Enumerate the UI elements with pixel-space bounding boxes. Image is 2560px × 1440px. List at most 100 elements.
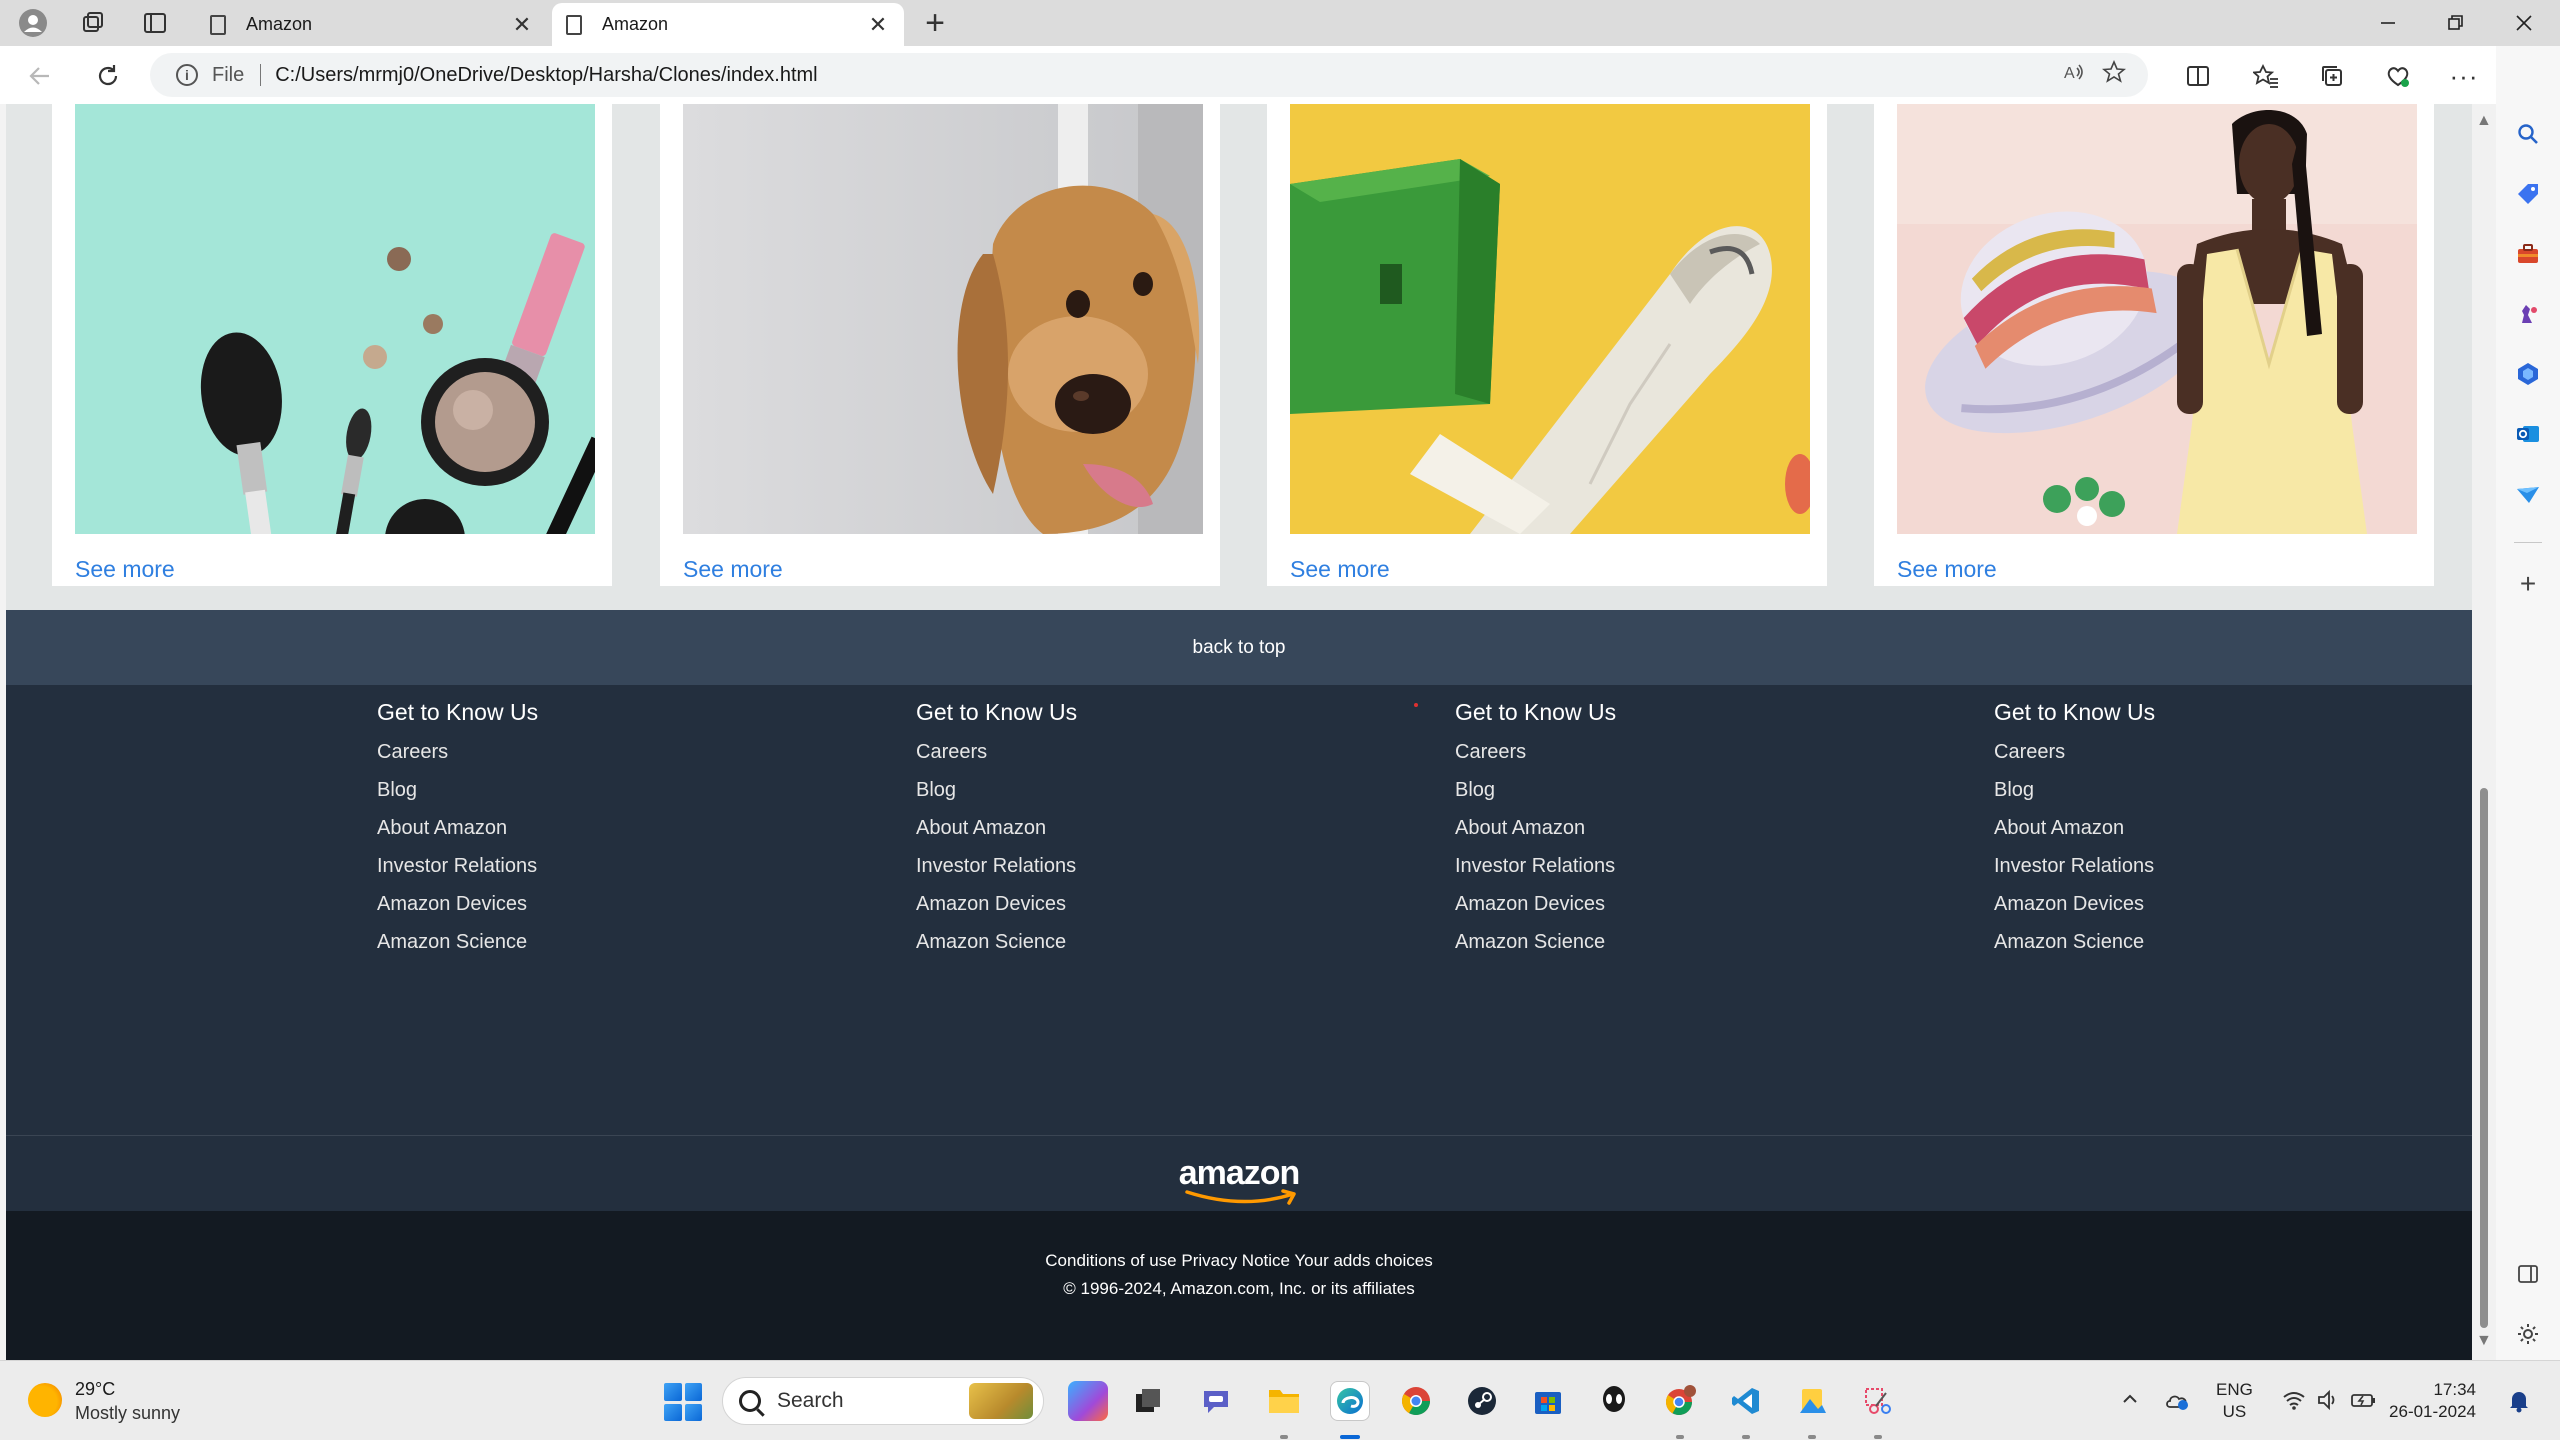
profile-icon[interactable]: [16, 6, 50, 40]
alienware-icon[interactable]: [1594, 1381, 1634, 1421]
footer-link-blog[interactable]: Blog: [916, 771, 1416, 809]
makeup-image[interactable]: [75, 104, 595, 534]
url-text[interactable]: C:/Users/mrmj0/OneDrive/Desktop/Harsha/C…: [275, 64, 2054, 87]
tab-actions-icon[interactable]: [138, 6, 172, 40]
toy-airplane-image[interactable]: [1290, 104, 1810, 534]
back-button[interactable]: [22, 58, 58, 94]
footer-link-devices[interactable]: Amazon Devices: [1455, 885, 1955, 923]
page-scrollbar[interactable]: ▲ ▼: [2472, 104, 2496, 1360]
footer-link-science[interactable]: Amazon Science: [1994, 923, 2472, 961]
close-window-button[interactable]: [2490, 0, 2558, 46]
split-screen-icon[interactable]: [2180, 58, 2216, 94]
product-card[interactable]: See more: [660, 104, 1220, 586]
footer-link-careers[interactable]: Careers: [1994, 733, 2472, 771]
dog-image[interactable]: [683, 104, 1203, 534]
hide-sidebar-icon[interactable]: [2510, 1256, 2546, 1292]
tab-amazon-1[interactable]: Amazon ✕: [196, 3, 548, 46]
edge-browser-icon[interactable]: [1330, 1381, 1370, 1421]
footer-link-about[interactable]: About Amazon: [1994, 809, 2472, 847]
weather-sun-icon[interactable]: [28, 1383, 62, 1417]
chrome-icon[interactable]: [1396, 1381, 1436, 1421]
file-explorer-icon[interactable]: [1264, 1381, 1304, 1421]
see-more-link[interactable]: See more: [1290, 556, 1390, 583]
product-card[interactable]: See more: [52, 104, 612, 586]
store-icon[interactable]: [1528, 1381, 1568, 1421]
footer-link-devices[interactable]: Amazon Devices: [916, 885, 1416, 923]
system-clock[interactable]: 17:34 26-01-2024: [2380, 1379, 2476, 1423]
address-bar[interactable]: i File C:/Users/mrmj0/OneDrive/Desktop/H…: [150, 53, 2148, 97]
read-aloud-icon[interactable]: A: [2054, 60, 2094, 90]
refresh-button[interactable]: [90, 58, 126, 94]
see-more-link[interactable]: See more: [75, 556, 175, 583]
footer-link-careers[interactable]: Careers: [916, 733, 1416, 771]
fashion-image[interactable]: [1897, 104, 2417, 534]
onedrive-photos-icon[interactable]: [1792, 1381, 1832, 1421]
footer-link-about[interactable]: About Amazon: [1455, 809, 1955, 847]
footer-link-investor[interactable]: Investor Relations: [1455, 847, 1955, 885]
footer-link-blog[interactable]: Blog: [1994, 771, 2472, 809]
start-windows-icon[interactable]: [664, 1383, 702, 1421]
show-hidden-icons-chevron-icon[interactable]: [2120, 1389, 2140, 1415]
workspaces-icon[interactable]: [76, 6, 110, 40]
footer-link-science[interactable]: Amazon Science: [916, 923, 1416, 961]
product-card[interactable]: See more: [1874, 104, 2434, 586]
notifications-bell-icon[interactable]: [2508, 1389, 2530, 1419]
tab-amazon-2[interactable]: Amazon ✕: [552, 3, 904, 46]
onedrive-status-icon[interactable]: [2164, 1389, 2190, 1417]
task-view-icon[interactable]: [1128, 1381, 1168, 1421]
favorites-icon[interactable]: [2248, 58, 2284, 94]
drop-icon[interactable]: [2510, 476, 2546, 512]
photos-app-icon[interactable]: [1068, 1381, 1108, 1421]
footer-link-careers[interactable]: Careers: [1455, 733, 1955, 771]
teams-chat-icon[interactable]: [1196, 1381, 1236, 1421]
favorite-icon[interactable]: [2094, 59, 2134, 90]
browser-essentials-icon[interactable]: [2380, 58, 2416, 94]
footer-link-science[interactable]: Amazon Science: [1455, 923, 1955, 961]
footer-link-investor[interactable]: Investor Relations: [377, 847, 877, 885]
footer-link-about[interactable]: About Amazon: [916, 809, 1416, 847]
weather-temperature[interactable]: 29°C: [75, 1379, 115, 1400]
footer-link-investor[interactable]: Investor Relations: [1994, 847, 2472, 885]
battery-icon[interactable]: [2350, 1389, 2376, 1417]
shopping-tag-icon[interactable]: [2510, 176, 2546, 212]
wifi-icon[interactable]: [2282, 1389, 2306, 1417]
outlook-icon[interactable]: [2510, 416, 2546, 452]
footer-link-blog[interactable]: Blog: [1455, 771, 1955, 809]
more-icon[interactable]: ···: [2446, 58, 2482, 94]
scroll-up-arrow-icon[interactable]: ▲: [2476, 112, 2492, 130]
steam-icon[interactable]: [1462, 1381, 1502, 1421]
new-tab-button[interactable]: +: [918, 4, 952, 42]
add-icon[interactable]: +: [2510, 566, 2546, 602]
vscode-icon[interactable]: [1726, 1381, 1766, 1421]
settings-gear-icon[interactable]: [2510, 1316, 2546, 1352]
see-more-link[interactable]: See more: [1897, 556, 1997, 583]
close-tab-icon[interactable]: ✕: [866, 12, 890, 38]
product-card[interactable]: See more: [1267, 104, 1827, 586]
taskbar-search[interactable]: Search: [722, 1377, 1044, 1425]
legal-links[interactable]: Conditions of use Privacy Notice Your ad…: [6, 1251, 2472, 1271]
collections-icon[interactable]: [2314, 58, 2350, 94]
footer-link-devices[interactable]: Amazon Devices: [377, 885, 877, 923]
chrome-profile-icon[interactable]: [1660, 1381, 1700, 1421]
weather-condition[interactable]: Mostly sunny: [75, 1403, 180, 1424]
footer-link-blog[interactable]: Blog: [377, 771, 877, 809]
microsoft-365-icon[interactable]: [2510, 356, 2546, 392]
restore-button[interactable]: [2422, 0, 2490, 46]
see-more-link[interactable]: See more: [683, 556, 783, 583]
footer-link-science[interactable]: Amazon Science: [377, 923, 877, 961]
games-icon[interactable]: [2510, 296, 2546, 332]
footer-link-devices[interactable]: Amazon Devices: [1994, 885, 2472, 923]
footer-link-about[interactable]: About Amazon: [377, 809, 877, 847]
scroll-down-arrow-icon[interactable]: ▼: [2476, 1332, 2492, 1350]
minimize-button[interactable]: [2354, 0, 2422, 46]
info-icon[interactable]: i: [176, 64, 198, 86]
search-icon[interactable]: [2510, 116, 2546, 152]
amazon-logo[interactable]: amazon: [1179, 1154, 1300, 1205]
footer-link-careers[interactable]: Careers: [377, 733, 877, 771]
footer-link-investor[interactable]: Investor Relations: [916, 847, 1416, 885]
close-tab-icon[interactable]: ✕: [510, 12, 534, 38]
volume-icon[interactable]: [2316, 1389, 2340, 1417]
back-to-top-button[interactable]: back to top: [6, 610, 2472, 685]
language-indicator[interactable]: ENG US: [2216, 1379, 2253, 1423]
scrollbar-thumb[interactable]: [2480, 788, 2488, 1328]
